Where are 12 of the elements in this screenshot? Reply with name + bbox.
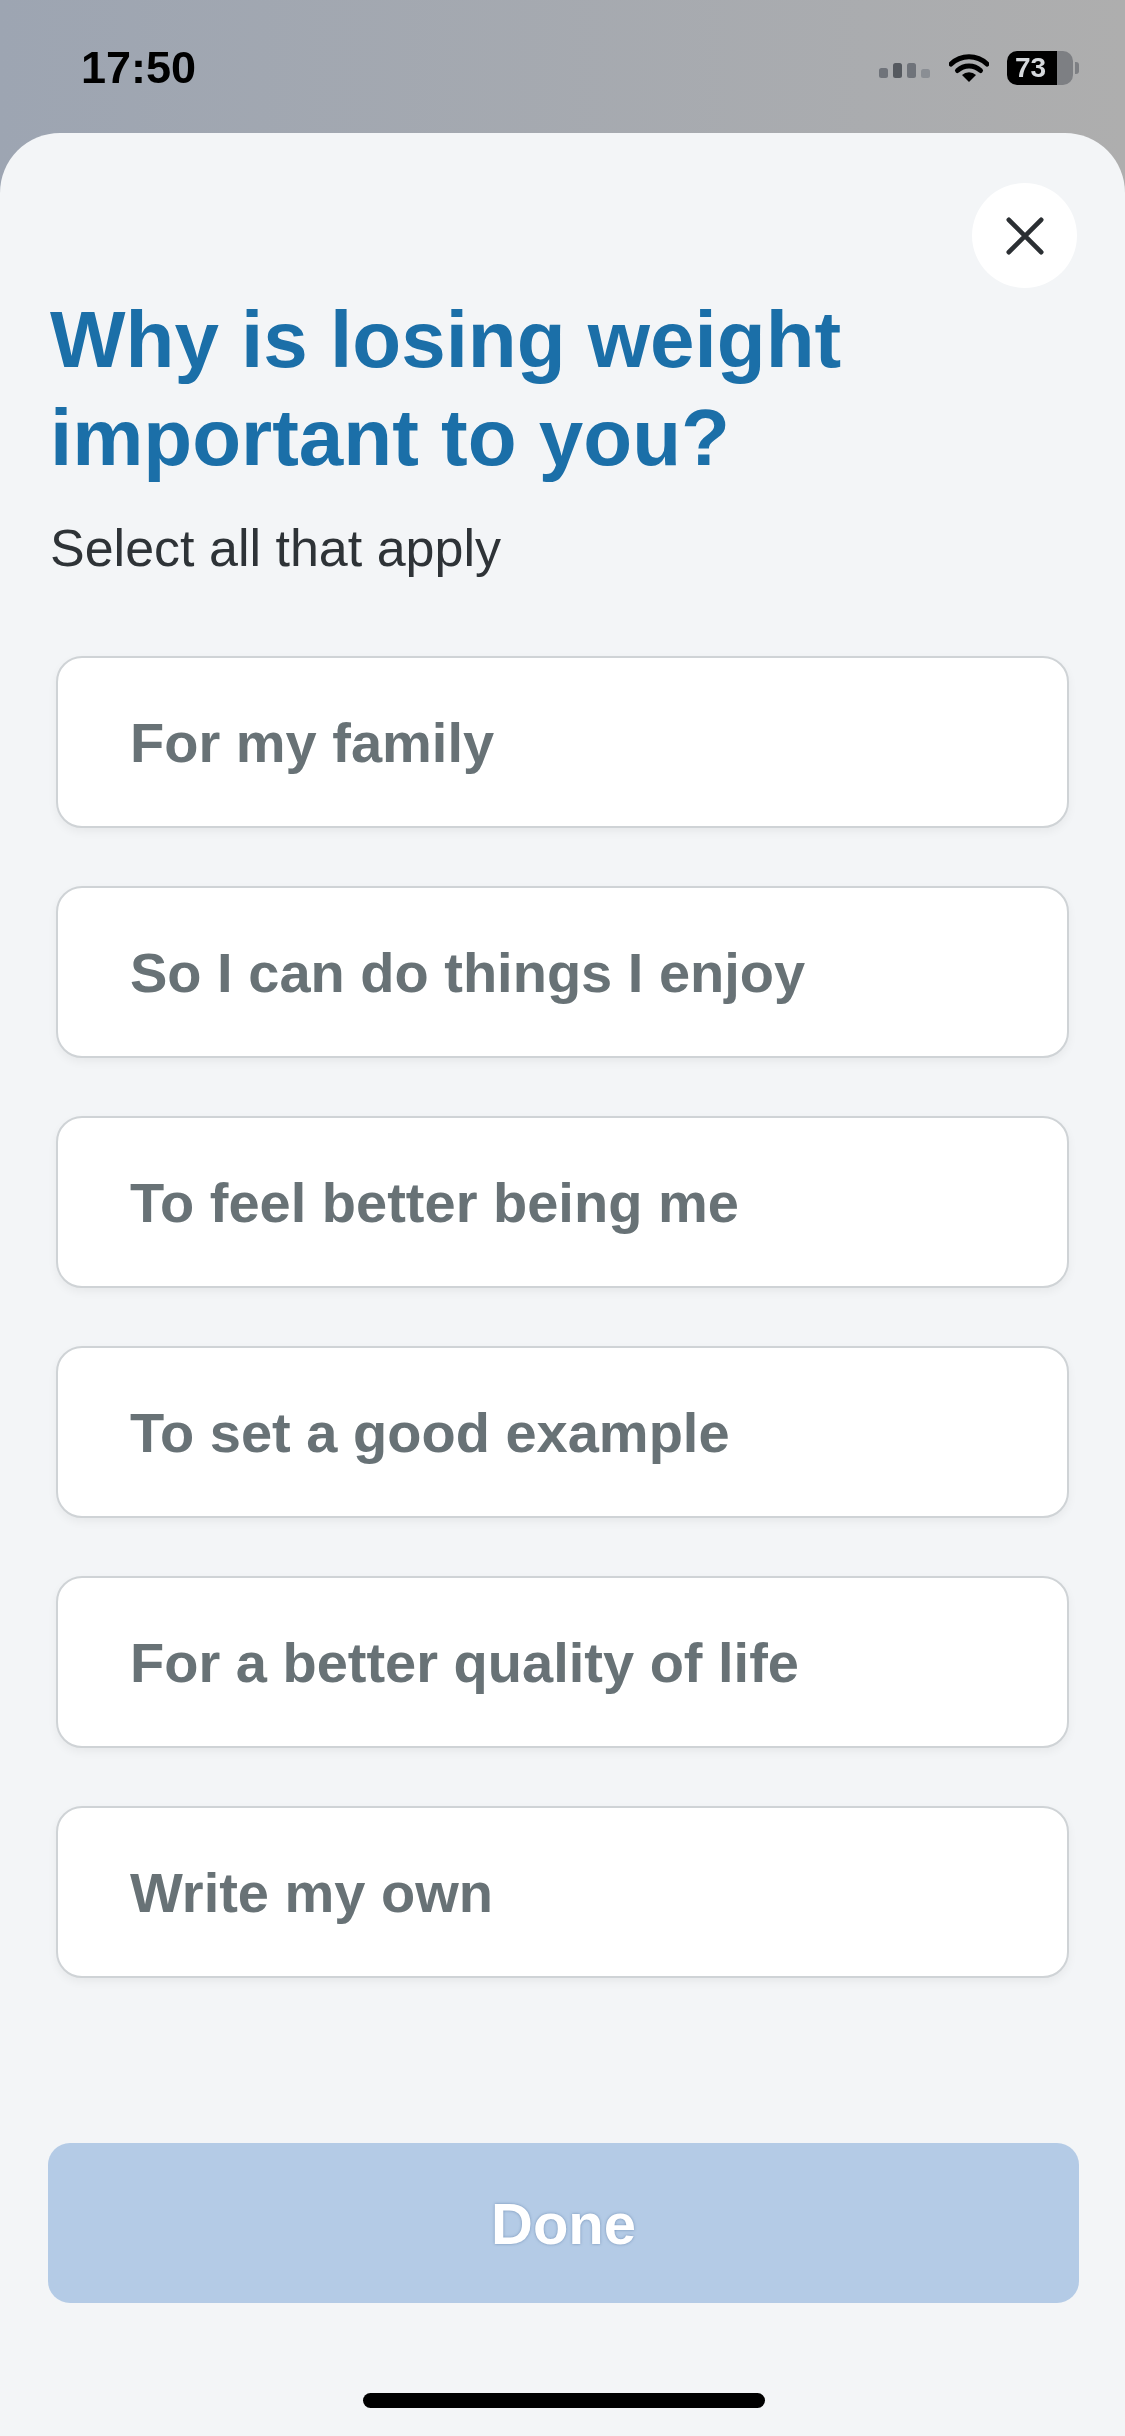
instruction-text: Select all that apply (50, 518, 502, 579)
answer-option[interactable]: To set a good example (56, 1346, 1069, 1518)
status-time: 17:50 (81, 42, 197, 94)
answer-option[interactable]: Write my own (56, 1806, 1069, 1978)
answer-option[interactable]: For a better quality of life (56, 1576, 1069, 1748)
close-icon (1005, 216, 1044, 255)
answer-option[interactable]: To feel better being me (56, 1116, 1069, 1288)
battery-percentage: 73 (1015, 52, 1047, 84)
question-title: Why is losing weight important to you? (50, 294, 843, 484)
answer-option[interactable]: For my family (56, 656, 1069, 828)
wifi-icon (949, 53, 989, 83)
answer-option[interactable]: So I can do things I enjoy (56, 886, 1069, 1058)
